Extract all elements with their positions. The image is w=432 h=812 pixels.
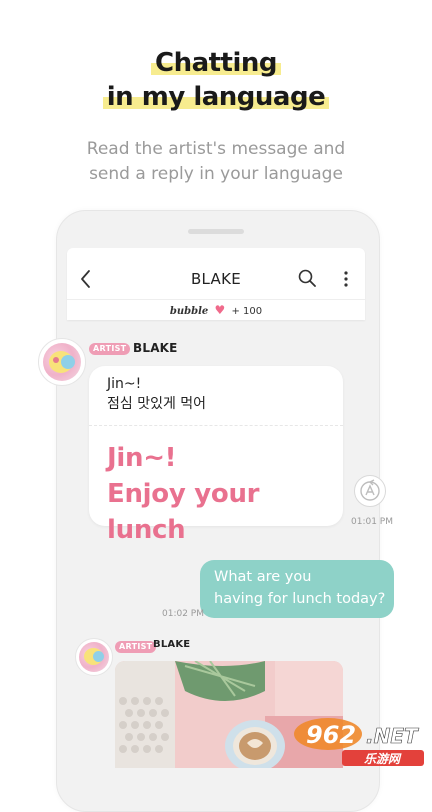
headline-line-1: Chatting	[0, 48, 432, 78]
sender-name: BLAKE	[133, 341, 178, 355]
avatar[interactable]	[38, 338, 86, 386]
bubble-count: + 100	[231, 306, 263, 317]
watermark-suffix: .NET	[366, 724, 419, 748]
bubble-label: bubble	[169, 306, 209, 317]
translate-icon[interactable]	[354, 475, 386, 507]
search-icon[interactable]	[298, 269, 316, 287]
reply-time: 01:02 PM	[162, 609, 204, 619]
subtitle-line-1: Read the artist's message and	[86, 139, 346, 159]
user-reply-text: What are you having for lunch today?	[214, 566, 390, 610]
artist-tag: ARTIST	[115, 641, 157, 653]
more-vertical-icon[interactable]	[338, 270, 354, 288]
watermark-sub: 乐游网	[364, 752, 402, 766]
heart-icon: ♥	[214, 303, 226, 317]
message-time: 01:01 PM	[351, 517, 393, 527]
artist-tag: ARTIST	[89, 343, 131, 355]
original-message: Jin~! 점심 맛있게 먹어	[107, 374, 327, 414]
chat-title: BLAKE	[190, 270, 242, 288]
translated-message: Jin~! Enjoy your lunch	[107, 440, 337, 548]
translated-line-2: Enjoy your lunch	[107, 479, 260, 545]
bubble-counter: bubble ♥ + 100	[67, 299, 365, 320]
phone-speaker	[188, 229, 244, 234]
avatar[interactable]	[75, 638, 113, 676]
chevron-left-icon[interactable]	[78, 268, 94, 290]
translated-line-1: Jin~!	[107, 443, 177, 473]
reply-line-1: What are you	[214, 569, 312, 585]
message-divider	[89, 425, 343, 426]
reply-line-2: having for lunch today?	[214, 591, 386, 607]
headline-line-2: in my language	[0, 82, 432, 112]
original-line-1: Jin~!	[107, 376, 142, 392]
original-line-2: 점심 맛있게 먹어	[107, 396, 207, 412]
sender-name: BLAKE	[153, 639, 191, 650]
site-watermark: 962 .NET 乐游网	[292, 712, 432, 768]
subtitle-line-2: send a reply in your language	[89, 164, 343, 184]
watermark-brand: 962	[306, 721, 356, 749]
